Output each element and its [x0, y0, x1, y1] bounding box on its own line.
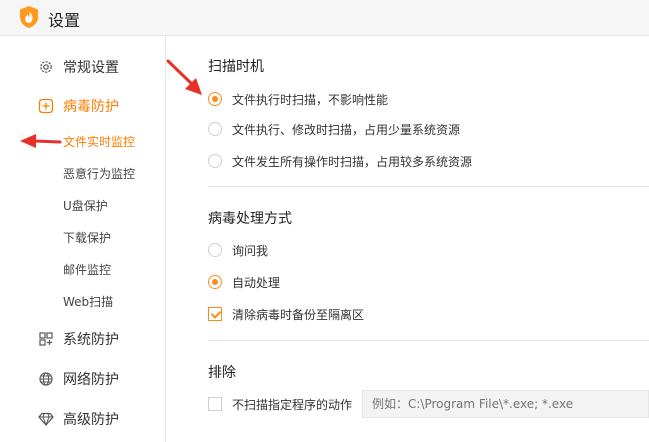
checkbox-label: 清除病毒时备份至隔离区	[232, 307, 365, 322]
radio-label: 文件执行时扫描，不影响性能	[232, 92, 389, 107]
radio-scan-on-all-operations[interactable]: 文件发生所有操作时扫描，占用较多系统资源	[208, 152, 472, 170]
checkbox[interactable]	[208, 307, 222, 321]
radio-button[interactable]	[208, 122, 222, 136]
grid-icon	[39, 332, 53, 346]
sidebar-item-general[interactable]: 常规设置	[0, 50, 165, 84]
diamond-icon	[38, 412, 54, 427]
globe-icon	[39, 372, 53, 386]
sidebar-item-label: 常规设置	[63, 60, 119, 76]
radio-label: 文件发生所有操作时扫描，占用较多系统资源	[232, 154, 473, 169]
section-divider	[208, 186, 649, 187]
title-bar: 设置	[0, 0, 649, 36]
radio-label: 文件执行、修改时扫描，占用少量系统资源	[232, 122, 461, 137]
radio-button[interactable]	[208, 243, 222, 257]
radio-label: 询问我	[232, 243, 269, 258]
settings-panel: 扫描时机 文件执行时扫描，不影响性能 文件执行、修改时扫描，占用少量系统资源 文…	[166, 36, 649, 442]
radio-label: 自动处理	[232, 275, 281, 290]
section-title-scan-timing: 扫描时机	[208, 59, 264, 75]
sidebar-item-virus-protection[interactable]: 病毒防护	[0, 89, 165, 123]
checkbox-exclude-programs[interactable]: 不扫描指定程序的动作	[208, 395, 352, 413]
subitem-download-protection[interactable]: 下载保护	[63, 228, 111, 248]
section-divider	[208, 340, 649, 341]
subitem-web-scan[interactable]: Web扫描	[63, 292, 113, 312]
radio-ask-me[interactable]: 询问我	[208, 241, 268, 259]
radio-scan-on-execute-modify[interactable]: 文件执行、修改时扫描，占用少量系统资源	[208, 120, 460, 138]
annotation-arrow-icon	[20, 134, 62, 148]
shield-flame-logo-icon	[20, 6, 38, 28]
sidebar-item-network-protection[interactable]: 网络防护	[0, 362, 165, 396]
subitem-malicious-behavior-monitor[interactable]: 恶意行为监控	[63, 164, 135, 184]
sidebar-item-label: 系统防护	[63, 332, 119, 348]
radio-button[interactable]	[208, 275, 222, 289]
radio-scan-on-execute[interactable]: 文件执行时扫描，不影响性能	[208, 90, 388, 108]
radio-button[interactable]	[208, 92, 222, 106]
sidebar-item-label: 高级防护	[63, 412, 119, 428]
section-title-virus-handling: 病毒处理方式	[208, 211, 292, 227]
exclude-programs-input[interactable]	[362, 390, 649, 418]
section-title-exclude: 排除	[208, 365, 236, 381]
window-title: 设置	[48, 11, 81, 30]
annotation-arrow-icon	[166, 59, 202, 95]
sidebar-item-label: 网络防护	[63, 372, 119, 388]
checkbox-label: 不扫描指定程序的动作	[232, 397, 353, 412]
plus-square-icon	[38, 98, 54, 114]
radio-button[interactable]	[208, 154, 222, 168]
subitem-usb-protection[interactable]: U盘保护	[63, 196, 108, 216]
subitem-mail-monitor[interactable]: 邮件监控	[63, 260, 111, 280]
sidebar-item-system-protection[interactable]: 系统防护	[0, 322, 165, 356]
sidebar: 常规设置 病毒防护 文件实时监控 恶意行为监控 U盘保护 下载保护 邮件监控 W…	[0, 36, 166, 442]
radio-auto-handle[interactable]: 自动处理	[208, 273, 280, 291]
sidebar-item-advanced-protection[interactable]: 高级防护	[0, 402, 165, 436]
checkbox[interactable]	[208, 397, 222, 411]
checkbox-backup-to-quarantine[interactable]: 清除病毒时备份至隔离区	[208, 305, 364, 323]
gear-icon	[40, 61, 52, 73]
subitem-file-realtime-monitor[interactable]: 文件实时监控	[63, 132, 135, 152]
sidebar-item-label: 病毒防护	[63, 99, 119, 115]
